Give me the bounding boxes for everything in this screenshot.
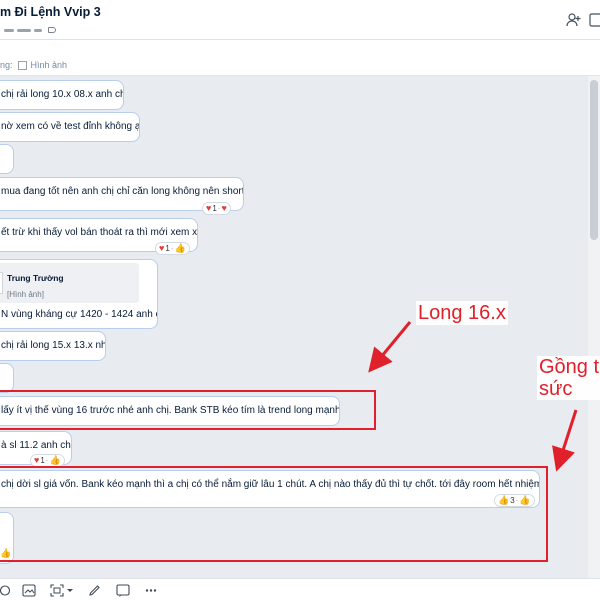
- chat-message-list[interactable]: chị rải long 10.x 08.x anh chị nờ xem có…: [0, 76, 588, 578]
- pen-icon[interactable]: [88, 584, 102, 597]
- quoted-image-thumbnail: [0, 272, 3, 294]
- member-avatar-placeholder: [34, 28, 42, 32]
- member-preview[interactable]: [4, 27, 56, 33]
- member-avatar-placeholder: [4, 28, 14, 32]
- message-text: à sl 11.2 anh chị: [1, 440, 72, 451]
- reaction-count: 1: [165, 244, 170, 253]
- composer-toolbar: [0, 578, 600, 600]
- message-text: N vùng kháng cự 1420 - 1424 anh chị: [1, 309, 158, 320]
- quoted-message[interactable]: Trung Trường [Hình ảnh]: [0, 263, 139, 303]
- message-bubble[interactable]: chị dời sl giá vốn. Bank kéo mạnh thì a …: [0, 470, 540, 508]
- message-text: nờ xem có về test đỉnh không ạ: [1, 121, 140, 132]
- chat-header: m Đi Lệnh Vvip 3: [0, 0, 600, 40]
- quoted-sender: Trung Trường: [7, 273, 64, 283]
- message-bubble[interactable]: chị rải long 10.x 08.x anh chị: [0, 80, 124, 110]
- message-bubble[interactable]: lấy ít vị thế vùng 16 trước nhé anh chị.…: [0, 396, 340, 426]
- sticker-icon[interactable]: [0, 584, 14, 597]
- more-icon[interactable]: [144, 584, 158, 597]
- member-avatar-placeholder: [17, 28, 31, 32]
- message-text: lấy ít vị thế vùng 16 trước nhé anh chị.…: [1, 405, 340, 416]
- heart-icon: ♥: [221, 203, 227, 213]
- message-text: ết trừ khi thấy vol bán thoát ra thì mới…: [1, 227, 198, 238]
- message-text: chị rải long 15.x 13.x nhé: [1, 340, 106, 351]
- pinned-message[interactable]: ng: Hình ảnh: [0, 60, 67, 70]
- reply-message-bubble[interactable]: Trung Trường [Hình ảnh] N vùng kháng cự …: [0, 259, 158, 329]
- screenshot-icon[interactable]: [50, 584, 64, 597]
- annotation-label: Long 16.x: [416, 301, 508, 325]
- message-bubble[interactable]: chị rải long 15.x 13.x nhé: [0, 331, 106, 361]
- card-icon[interactable]: [116, 584, 130, 597]
- message-text: chị dời sl giá vốn. Bank kéo mạnh thì a …: [1, 479, 540, 490]
- image-icon: [17, 60, 27, 70]
- layout-icon[interactable]: [589, 12, 600, 28]
- tag-icon[interactable]: [48, 27, 56, 33]
- annotation-line: sức: [539, 378, 573, 400]
- image-icon[interactable]: [22, 584, 36, 597]
- reaction-badge[interactable]: ♥ 1 · 👍: [30, 454, 65, 467]
- reaction-badge[interactable]: ♥ 1 · ♥: [202, 202, 231, 215]
- thumbs-up-icon[interactable]: 👍: [0, 548, 11, 559]
- heart-icon: ♥: [206, 203, 212, 213]
- message-bubble[interactable]: [0, 363, 14, 393]
- annotation-label: Gồng t sức: [537, 356, 600, 400]
- pinned-prefix: ng:: [0, 60, 13, 70]
- thumbs-up-icon: 👍: [49, 455, 61, 465]
- reaction-badge[interactable]: 👍 3 · 👍: [494, 494, 535, 507]
- message-text: chị rải long 10.x 08.x anh chị: [1, 89, 124, 100]
- scrollbar-thumb[interactable]: [590, 80, 598, 240]
- reaction-count: 3: [510, 496, 515, 505]
- heart-icon: ♥: [159, 243, 165, 253]
- add-member-icon[interactable]: [566, 12, 582, 28]
- reaction-badge[interactable]: ♥ 1 · 👍: [155, 242, 190, 255]
- thumbs-up-icon: 👍: [519, 495, 531, 505]
- heart-icon: ♥: [34, 455, 40, 465]
- group-title[interactable]: m Đi Lệnh Vvip 3: [0, 5, 101, 19]
- thumbs-up-icon: 👍: [174, 243, 186, 253]
- message-bubble[interactable]: nờ xem có về test đỉnh không ạ: [0, 112, 140, 142]
- reaction-count: 1: [212, 204, 217, 213]
- message-bubble[interactable]: [0, 144, 14, 174]
- quoted-content: [Hình ảnh]: [7, 290, 44, 299]
- reaction-count: 1: [40, 456, 45, 465]
- pinned-label: Hình ảnh: [30, 60, 68, 70]
- thumbs-up-icon: 👍: [498, 495, 510, 505]
- pinned-message-bar[interactable]: ng: Hình ảnh: [0, 40, 600, 115]
- chevron-down-icon[interactable]: [66, 584, 74, 597]
- annotation-line: Gồng t: [539, 356, 600, 378]
- message-text: mua đang tốt nên anh chị chỉ căn long kh…: [1, 186, 244, 197]
